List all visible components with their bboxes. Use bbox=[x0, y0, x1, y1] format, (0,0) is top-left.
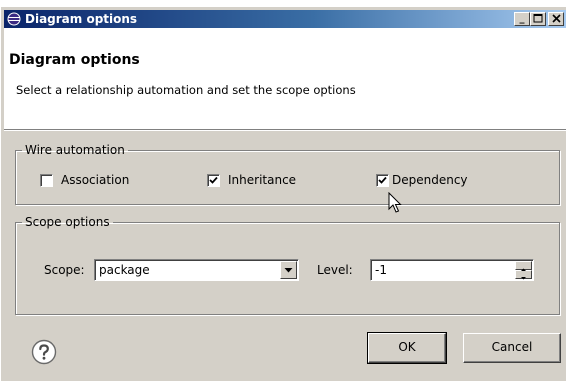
level-spinner[interactable]: -1 bbox=[370, 259, 534, 281]
chevron-down-icon bbox=[284, 268, 293, 273]
dependency-label: Dependency bbox=[392, 173, 468, 187]
diagram-options-dialog: Diagram options _ Diagram options Select… bbox=[0, 6, 566, 381]
minimize-icon: _ bbox=[519, 13, 525, 24]
association-checkbox-box[interactable] bbox=[40, 173, 53, 187]
level-value: -1 bbox=[375, 263, 387, 277]
association-checkbox[interactable]: Association bbox=[40, 173, 129, 187]
dependency-checkbox[interactable]: Dependency bbox=[376, 173, 468, 187]
minimize-button[interactable]: _ bbox=[514, 12, 530, 26]
checkmark-icon bbox=[378, 176, 387, 184]
page-title: Diagram options bbox=[9, 52, 140, 68]
spin-up-button[interactable] bbox=[515, 261, 532, 271]
maximize-icon bbox=[533, 14, 543, 23]
scope-select[interactable]: package bbox=[94, 259, 299, 281]
scope-options-legend: Scope options bbox=[25, 215, 110, 229]
inheritance-checkbox-box[interactable] bbox=[207, 173, 220, 187]
spin-down-button[interactable] bbox=[515, 270, 532, 280]
mouse-cursor-icon bbox=[388, 192, 402, 213]
ok-button[interactable]: OK bbox=[367, 332, 447, 364]
window-title: Diagram options bbox=[25, 12, 138, 26]
association-label: Association bbox=[61, 173, 130, 187]
checkmark-icon bbox=[209, 176, 218, 184]
scope-value: package bbox=[99, 263, 150, 277]
header-description: Select a relationship automation and set… bbox=[16, 83, 356, 97]
close-button[interactable] bbox=[548, 12, 564, 26]
header-divider bbox=[4, 130, 566, 131]
scope-label: Scope: bbox=[44, 263, 85, 277]
close-icon bbox=[551, 14, 561, 23]
level-spinner-buttons bbox=[515, 261, 532, 280]
dialog-header: Diagram options Select a relationship au… bbox=[4, 28, 566, 130]
eclipse-icon bbox=[7, 12, 21, 26]
scope-dropdown-button[interactable] bbox=[280, 261, 297, 279]
inheritance-label: Inheritance bbox=[228, 173, 297, 187]
title-bar[interactable]: Diagram options _ bbox=[4, 10, 566, 28]
cancel-button[interactable]: Cancel bbox=[463, 333, 561, 363]
maximize-button[interactable] bbox=[530, 12, 546, 26]
wire-automation-legend: Wire automation bbox=[25, 143, 125, 157]
level-label: Level: bbox=[317, 263, 353, 277]
help-icon[interactable] bbox=[31, 339, 57, 365]
dependency-checkbox-box[interactable] bbox=[376, 173, 389, 187]
spin-down-icon bbox=[521, 277, 526, 280]
inheritance-checkbox[interactable]: Inheritance bbox=[207, 173, 296, 187]
